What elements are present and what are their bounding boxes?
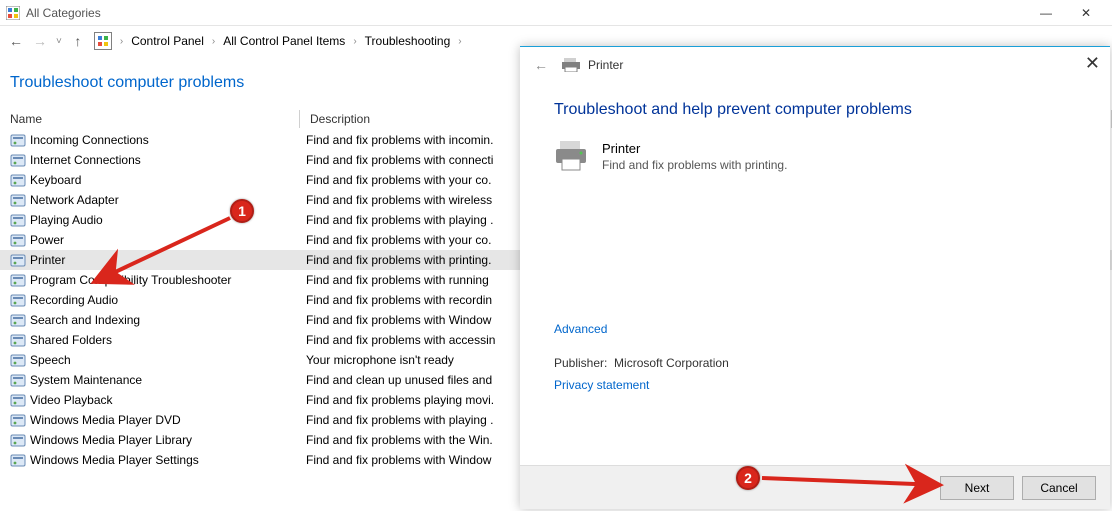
location-icon[interactable] <box>94 32 112 50</box>
troubleshooter-item-title: Printer <box>602 141 787 156</box>
list-item[interactable]: Printer <box>0 250 300 270</box>
chevron-right-icon: › <box>353 36 356 47</box>
list-item[interactable]: Recording Audio <box>0 290 300 310</box>
item-icon <box>10 332 26 348</box>
item-icon <box>10 292 26 308</box>
list-item[interactable]: Windows Media Player Settings <box>0 450 300 470</box>
chevron-right-icon: › <box>120 36 123 47</box>
list-item[interactable]: Network Adapter <box>0 190 300 210</box>
dialog-heading: Troubleshoot and help prevent computer p… <box>554 101 1076 119</box>
item-name: System Maintenance <box>30 373 142 387</box>
forward-button[interactable]: → <box>32 33 48 49</box>
dialog-back-button[interactable]: ← <box>534 57 548 73</box>
item-icon <box>10 312 26 328</box>
item-name: Video Playback <box>30 393 113 407</box>
chevron-right-icon: › <box>458 36 461 47</box>
breadcrumb-item[interactable]: Troubleshooting <box>365 34 451 48</box>
list-item[interactable]: Keyboard <box>0 170 300 190</box>
item-icon <box>10 412 26 428</box>
publisher-value: Microsoft Corporation <box>614 356 729 370</box>
publisher-text: Publisher: Microsoft Corporation <box>554 356 1076 370</box>
troubleshooter-item: Printer Find and fix problems with print… <box>554 141 1076 172</box>
breadcrumb-item[interactable]: Control Panel <box>131 34 204 48</box>
list-item[interactable]: Internet Connections <box>0 150 300 170</box>
item-name: Internet Connections <box>30 153 141 167</box>
item-icon <box>10 392 26 408</box>
advanced-link[interactable]: Advanced <box>554 322 1076 336</box>
item-name: Windows Media Player DVD <box>30 413 181 427</box>
minimize-button[interactable]: — <box>1026 6 1066 20</box>
item-icon <box>10 172 26 188</box>
column-header-name[interactable]: Name <box>0 108 300 130</box>
back-button[interactable]: ← <box>8 33 24 49</box>
annotation-badge-2: 2 <box>736 466 760 490</box>
item-icon <box>10 212 26 228</box>
item-name: Power <box>30 233 64 247</box>
item-icon <box>10 252 26 268</box>
item-name: Printer <box>30 253 65 267</box>
window-titlebar: All Categories — ✕ <box>0 0 1112 26</box>
item-name: Network Adapter <box>30 193 119 207</box>
list-item[interactable]: Shared Folders <box>0 330 300 350</box>
item-name: Shared Folders <box>30 333 112 347</box>
item-icon <box>10 192 26 208</box>
dialog-close-button[interactable]: ✕ <box>1085 53 1100 74</box>
troubleshooter-dialog: ← Printer ✕ Troubleshoot and help preven… <box>520 46 1110 509</box>
item-icon <box>10 132 26 148</box>
item-icon <box>10 352 26 368</box>
window-title: All Categories <box>26 6 101 20</box>
up-button[interactable]: ↑ <box>70 33 86 49</box>
cancel-button[interactable]: Cancel <box>1022 476 1096 500</box>
list-item[interactable]: Windows Media Player DVD <box>0 410 300 430</box>
dialog-titlebar: ← Printer ✕ <box>520 47 1110 83</box>
item-icon <box>10 152 26 168</box>
dialog-footer: Next Cancel <box>520 465 1110 509</box>
item-name: Recording Audio <box>30 293 118 307</box>
list-item[interactable]: Windows Media Player Library <box>0 430 300 450</box>
list-item[interactable]: System Maintenance <box>0 370 300 390</box>
item-name: Windows Media Player Library <box>30 433 192 447</box>
privacy-link[interactable]: Privacy statement <box>554 378 1076 392</box>
item-name: Program Compatibility Troubleshooter <box>30 273 231 287</box>
publisher-label: Publisher: <box>554 356 607 370</box>
breadcrumb-item[interactable]: All Control Panel Items <box>223 34 345 48</box>
chevron-right-icon: › <box>212 36 215 47</box>
list-item[interactable]: Incoming Connections <box>0 130 300 150</box>
item-icon <box>10 452 26 468</box>
item-icon <box>10 372 26 388</box>
list-item[interactable]: Program Compatibility Troubleshooter <box>0 270 300 290</box>
item-name: Keyboard <box>30 173 81 187</box>
item-icon <box>10 432 26 448</box>
list-item[interactable]: Search and Indexing <box>0 310 300 330</box>
item-name: Windows Media Player Settings <box>30 453 199 467</box>
app-icon <box>6 6 20 20</box>
printer-icon <box>562 58 580 72</box>
item-icon <box>10 272 26 288</box>
close-button[interactable]: ✕ <box>1066 6 1106 20</box>
list-item[interactable]: Playing Audio <box>0 210 300 230</box>
recent-locations-icon[interactable]: ˅ <box>56 36 62 47</box>
annotation-badge-1: 1 <box>230 199 254 223</box>
item-name: Search and Indexing <box>30 313 140 327</box>
list-item[interactable]: Video Playback <box>0 390 300 410</box>
item-icon <box>10 232 26 248</box>
list-item[interactable]: Power <box>0 230 300 250</box>
next-button[interactable]: Next <box>940 476 1014 500</box>
item-name: Playing Audio <box>30 213 103 227</box>
printer-icon <box>554 141 588 171</box>
troubleshooter-item-desc: Find and fix problems with printing. <box>602 158 787 172</box>
item-name: Speech <box>30 353 71 367</box>
item-name: Incoming Connections <box>30 133 149 147</box>
dialog-title: Printer <box>588 58 623 72</box>
list-item[interactable]: Speech <box>0 350 300 370</box>
